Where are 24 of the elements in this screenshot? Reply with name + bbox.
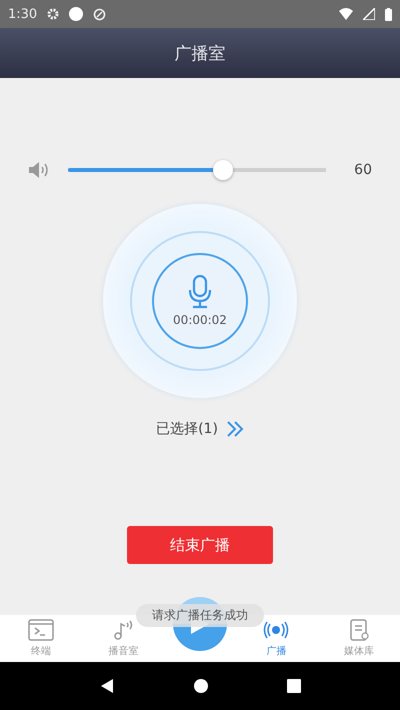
signal-icon bbox=[363, 8, 375, 20]
double-chevron-icon[interactable] bbox=[226, 420, 244, 438]
terminal-icon bbox=[28, 619, 54, 641]
back-icon[interactable] bbox=[99, 678, 115, 694]
record-button[interactable]: 00:00:02 bbox=[103, 204, 297, 398]
gear-icon bbox=[47, 8, 60, 20]
volume-value: 60 bbox=[353, 162, 372, 178]
tab[interactable]: 媒体库 bbox=[318, 615, 400, 662]
page-title: 广播室 bbox=[174, 42, 226, 64]
data-saver-icon bbox=[93, 8, 106, 20]
status-time: 1:30 bbox=[8, 6, 38, 22]
microphone-icon bbox=[188, 275, 212, 309]
selection-count: 已选择(1) bbox=[156, 420, 218, 438]
slider-thumb[interactable] bbox=[212, 160, 233, 180]
battery-icon bbox=[385, 8, 392, 20]
recording-timer: 00:00:02 bbox=[173, 313, 227, 327]
wifi-icon bbox=[339, 8, 353, 20]
circle-icon bbox=[69, 7, 84, 21]
tab[interactable]: 终端 bbox=[0, 615, 82, 662]
broadcast-icon bbox=[263, 619, 290, 641]
end-broadcast-button[interactable]: 结束广播 bbox=[127, 526, 273, 564]
home-icon[interactable] bbox=[193, 678, 209, 694]
speaker-icon bbox=[28, 161, 50, 179]
toast-message: 请求广播任务成功 bbox=[136, 604, 264, 627]
